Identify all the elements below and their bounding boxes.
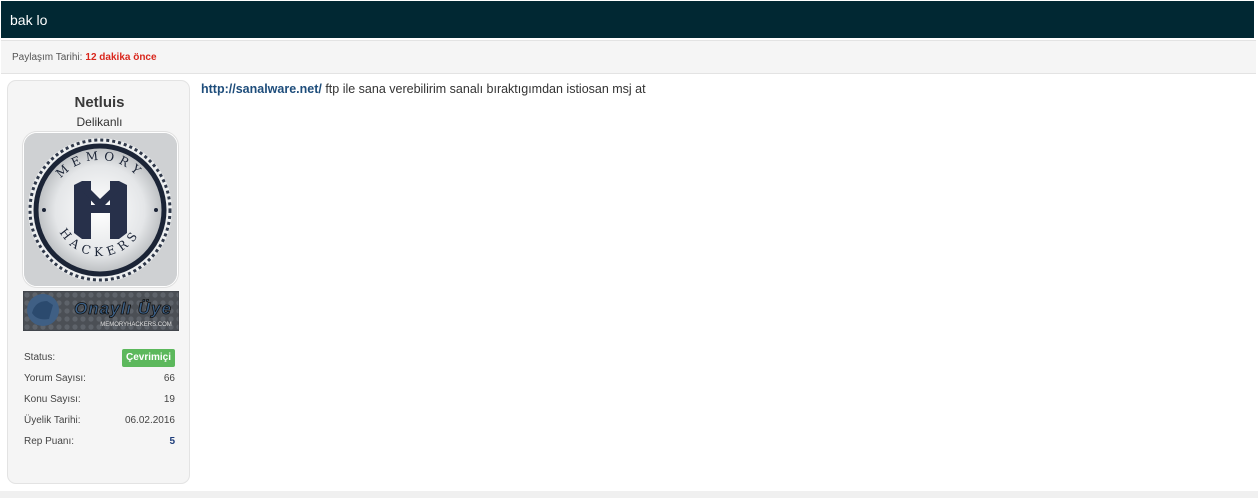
- reputation-value[interactable]: 5: [169, 436, 175, 447]
- stat-label: Yorum Sayısı:: [24, 373, 86, 384]
- online-status-badge: Çevrimiçi: [121, 348, 175, 367]
- post-text: ftp ile sana verebilirim sanalı bıraktıg…: [321, 82, 646, 96]
- author-rank: Delikanlı: [76, 115, 123, 129]
- author-name[interactable]: Netluis: [8, 94, 191, 111]
- post-footer-strip: [0, 491, 1258, 498]
- badge-title: Onaylı Üye: [74, 299, 172, 318]
- stat-label: Konu Sayısı:: [24, 394, 81, 405]
- post-date-value: 12 dakika önce: [85, 51, 157, 63]
- author-card: Netluis Delikanlı MEMORY HACKERS Onaylı …: [7, 80, 190, 484]
- stat-value: 06.02.2016: [124, 415, 175, 426]
- verified-member-badge-icon: Onaylı Üye MEMORYHACKERS.COM: [23, 291, 179, 331]
- post-title: bak lo: [10, 11, 48, 28]
- stat-value: 66: [163, 373, 175, 384]
- stat-row-comments: Yorum Sayısı: 66: [24, 368, 175, 389]
- stat-label: Status:: [24, 352, 56, 363]
- stat-value: 19: [163, 394, 175, 405]
- memory-hackers-logo-icon: MEMORY HACKERS: [24, 133, 177, 286]
- stat-label: Üyelik Tarihi:: [24, 415, 81, 426]
- stat-row-status: Status: Çevrimiçi: [24, 347, 175, 368]
- post-meta-bar: Paylaşım Tarihi: 12 dakika önce: [1, 40, 1256, 74]
- author-stats: Status: Çevrimiçi Yorum Sayısı: 66 Konu …: [24, 347, 175, 452]
- stat-label: Rep Puanı:: [24, 436, 75, 447]
- post-date-label: Paylaşım Tarihi:: [12, 51, 83, 63]
- author-avatar[interactable]: MEMORY HACKERS: [23, 132, 178, 287]
- stat-row-reputation: Rep Puanı: 5: [24, 431, 175, 452]
- member-badge: Onaylı Üye MEMORYHACKERS.COM: [23, 291, 179, 331]
- post-body: http://sanalware.net/ ftp ile sana vereb…: [201, 82, 646, 96]
- stat-row-topics: Konu Sayısı: 19: [24, 389, 175, 410]
- badge-subtitle: MEMORYHACKERS.COM: [100, 322, 172, 328]
- stat-row-join-date: Üyelik Tarihi: 06.02.2016: [24, 410, 175, 431]
- post-link[interactable]: http://sanalware.net/: [201, 82, 322, 96]
- post-title-bar: bak lo: [1, 1, 1254, 38]
